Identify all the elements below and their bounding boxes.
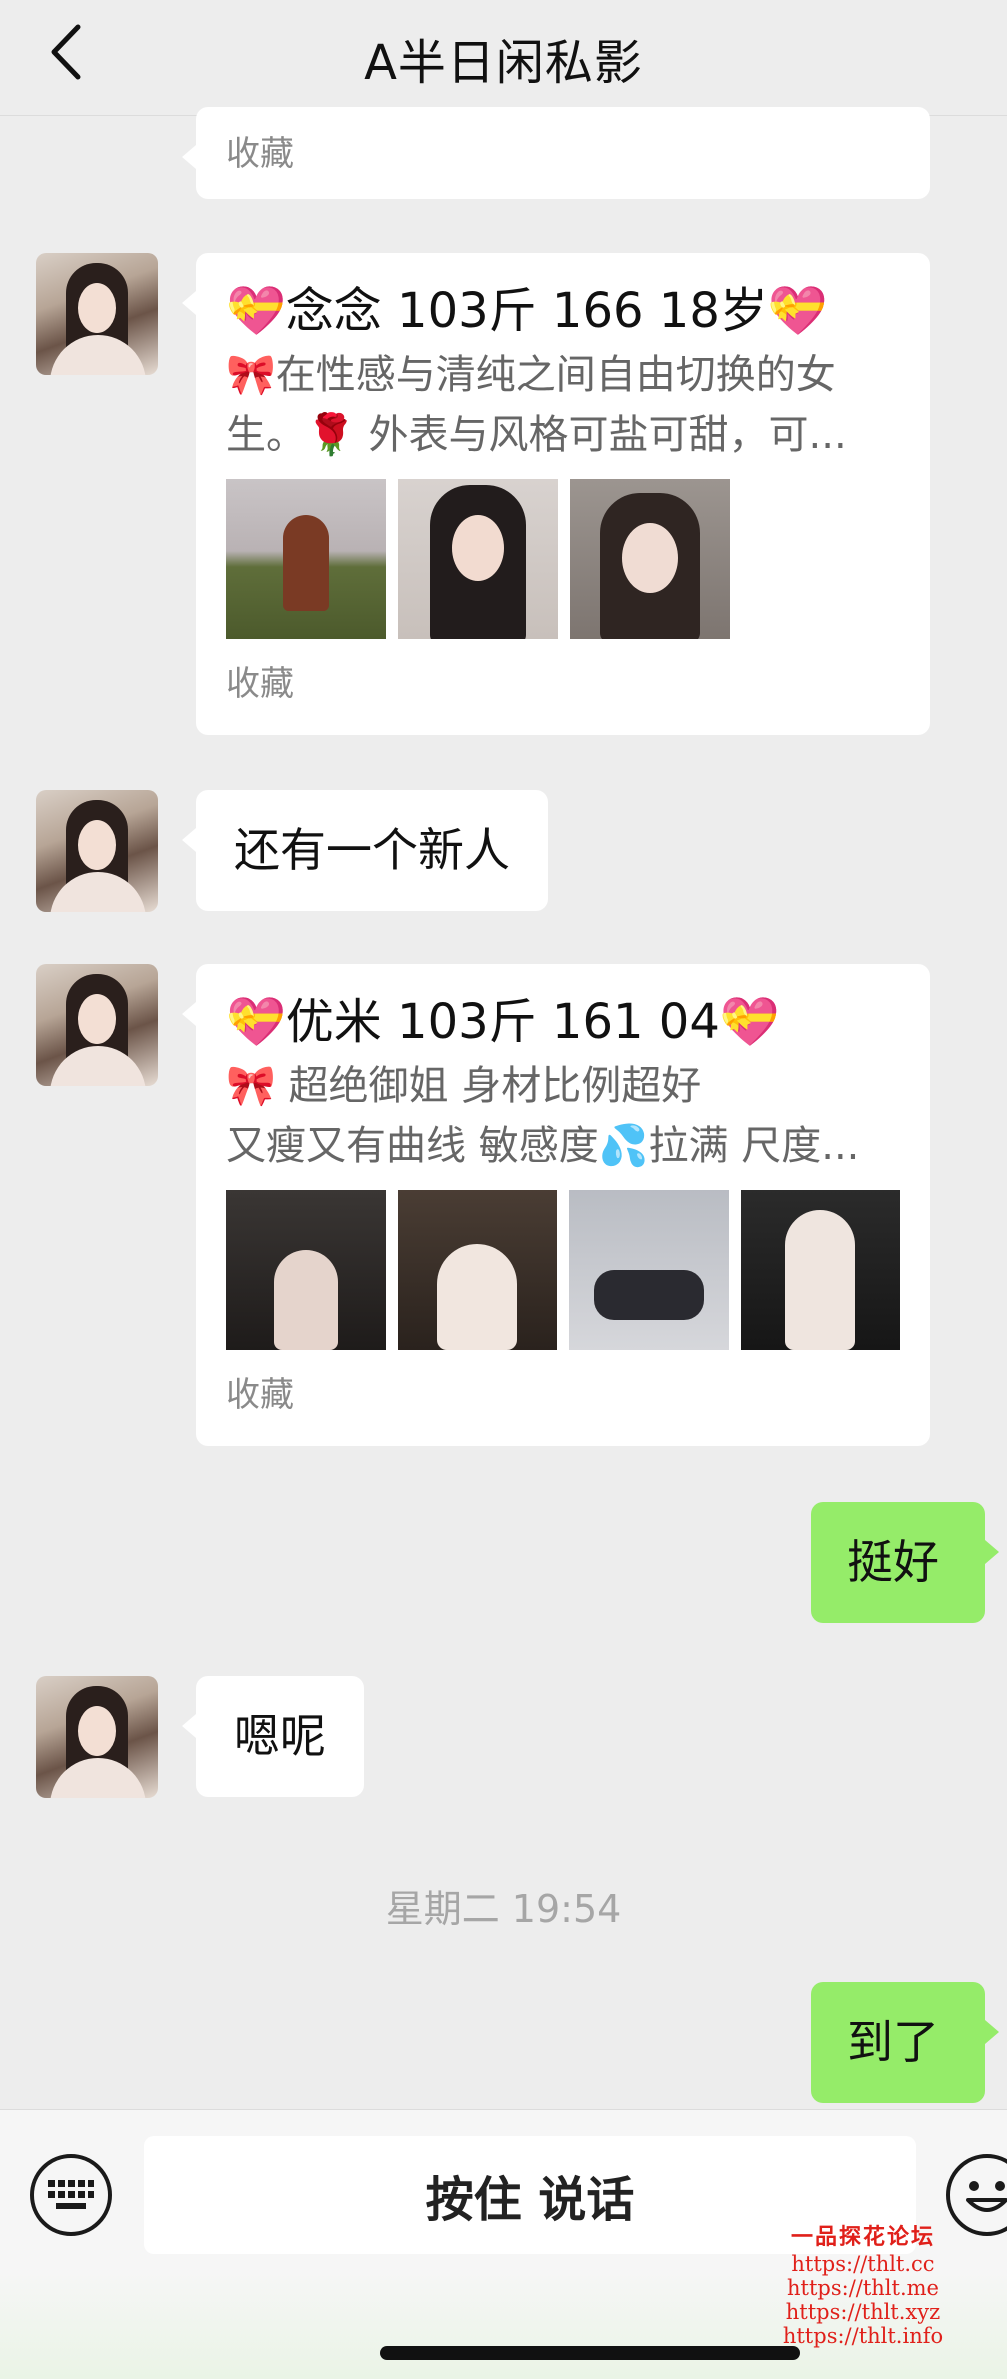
message-bubble[interactable]: 还有一个新人 xyxy=(182,790,548,911)
emoji-icon xyxy=(966,2181,1007,2212)
card-title: 💝优米 103斤 161 04💝 xyxy=(226,994,780,1050)
card-description: 🎀在性感与清纯之间自由切换的女 生。🌹 外表与风格可盐可甜，可... xyxy=(226,352,847,458)
outgoing-message[interactable]: 到了 xyxy=(811,1982,999,2103)
message-list[interactable]: 收藏 💝念念 103斤 166 18岁💝 🎀在性感与清纯之间自由切换的女 生。🌹… xyxy=(0,107,1007,2109)
card-favorite-label: 收藏 xyxy=(226,664,294,704)
home-indicator xyxy=(380,2346,800,2360)
message-card[interactable]: 💝念念 103斤 166 18岁💝 🎀在性感与清纯之间自由切换的女 生。🌹 外表… xyxy=(182,253,930,735)
watermark-url: https://thlt.cc xyxy=(791,2252,935,2276)
chat-header: A半日闲私影 xyxy=(0,0,1007,116)
thumbnail-image xyxy=(226,1190,386,1350)
card-description: 🎀 超绝御姐 身材比例超好 又瘦又有曲线 敏感度💦拉满 尺度... xyxy=(226,1063,860,1169)
thumbnail-image xyxy=(570,479,730,639)
watermark-logo: 一品探花论坛 xyxy=(790,2224,935,2250)
message-card-partial[interactable]: 收藏 xyxy=(182,107,930,199)
avatar[interactable] xyxy=(36,1676,158,1798)
watermark-url: https://thlt.me xyxy=(787,2276,939,2300)
card-title: 💝念念 103斤 166 18岁💝 xyxy=(226,283,828,339)
card-thumbnails xyxy=(226,479,900,639)
watermark-url: https://thlt.info xyxy=(782,2324,944,2348)
back-button[interactable] xyxy=(40,22,90,82)
chat-title: A半日闲私影 xyxy=(364,34,643,91)
timestamp: 星期二 19:54 xyxy=(385,1887,622,1931)
outgoing-message[interactable]: 挺好 xyxy=(811,1502,999,1623)
message-bubble[interactable]: 嗯呢 xyxy=(182,1676,364,1797)
keyboard-toggle-button[interactable] xyxy=(30,2154,112,2236)
card-favorite-label: 收藏 xyxy=(226,134,294,174)
emoji-button[interactable] xyxy=(946,2154,1007,2236)
watermark-url: https://thlt.xyz xyxy=(785,2300,941,2324)
thumbnail-image xyxy=(226,479,386,639)
chevron-left-icon xyxy=(51,24,81,80)
card-favorite-label: 收藏 xyxy=(226,1375,294,1415)
thumbnail-image xyxy=(397,1190,557,1350)
message-card[interactable]: 💝优米 103斤 161 04💝 🎀 超绝御姐 身材比例超好 又瘦又有曲线 敏感… xyxy=(182,964,930,1446)
watermark: 一品探花论坛 https://thlt.cc https://thlt.me h… xyxy=(778,2222,948,2348)
thumbnail-image xyxy=(398,479,558,639)
thumbnail-image xyxy=(740,1190,900,1350)
avatar[interactable] xyxy=(36,253,158,375)
card-thumbnails xyxy=(226,1190,900,1350)
avatar[interactable] xyxy=(36,964,158,1086)
avatar[interactable] xyxy=(36,790,158,912)
thumbnail-image xyxy=(569,1190,729,1350)
keyboard-icon xyxy=(48,2180,94,2209)
